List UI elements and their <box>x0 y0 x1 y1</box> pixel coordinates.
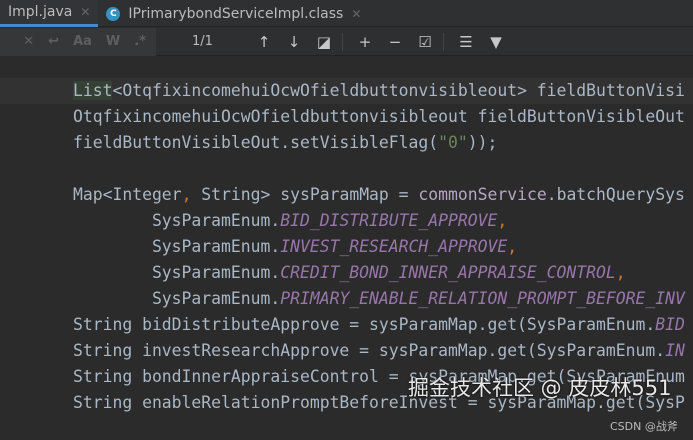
code-token: BID <box>655 315 685 334</box>
find-bar: ✕ ↩ Aa W .* 1/1 ↑ ↓ ◪ + − ☑ ☰ ▼ <box>0 27 693 56</box>
code-token: , <box>507 237 518 256</box>
code-token: , <box>615 263 626 282</box>
code-token: SysParamEnum. <box>73 263 281 282</box>
code-token: BID_DISTRIBUTE_APPROVE <box>280 211 498 230</box>
divider <box>443 32 444 51</box>
tab-label: IPrimarybondServiceImpl.class <box>128 5 344 22</box>
code-token: PRIMARY_ENABLE_RELATION_PROMPT_BEFORE_IN… <box>280 289 685 308</box>
match-count: 1/1 <box>192 34 213 49</box>
find-input[interactable]: ✕ ↩ Aa W .* <box>0 27 156 56</box>
code-token: String> sysParamMap = <box>191 185 419 204</box>
words-toggle[interactable]: W <box>106 34 120 49</box>
code-token: CREDIT_BOND_INNER_APPRAISE_CONTROL <box>280 263 616 282</box>
code-line: SysParamEnum.PRIMARY_ENABLE_RELATION_PRO… <box>73 286 685 312</box>
remove-occurrence-icon[interactable]: − <box>387 33 403 51</box>
code-token: , <box>497 211 508 230</box>
code-token: IN <box>665 341 685 360</box>
watermark: 掘金技术社区 @ 皮皮林551 <box>408 376 672 400</box>
code-line: SysParamEnum.BID_DISTRIBUTE_APPROVE, <box>73 208 507 234</box>
code-token: <OtqfixincomehuiOcwOfieldbuttonvisibleou… <box>112 81 685 100</box>
clear-icon[interactable]: ✕ <box>23 34 34 49</box>
code-token: SysParamEnum. <box>73 211 281 230</box>
select-all-icon[interactable]: ◪ <box>316 33 332 51</box>
newline-icon[interactable]: ↩ <box>48 34 59 49</box>
code-token: commonService <box>418 185 547 204</box>
select-occurrences-icon[interactable]: ☑ <box>417 33 433 51</box>
code-token: INVEST_RESEARCH_APPROVE <box>280 237 508 256</box>
code-token: OtqfixincomehuiOcwOfieldbuttonvisibleout… <box>73 107 685 126</box>
code-token: String investResearchApprove = sysParamM… <box>73 341 666 360</box>
tab-label: Impl.java <box>8 4 73 20</box>
code-line: SysParamEnum.CREDIT_BOND_INNER_APPRAISE_… <box>73 260 626 286</box>
arrow-down-icon[interactable]: ↓ <box>286 33 302 51</box>
watermark-csdn: CSDN @战斧 <box>610 420 678 433</box>
code-token: "0" <box>438 133 468 152</box>
code-token: fieldButtonVisibleOut.setVisibleFlag( <box>73 133 439 152</box>
code-line: Map<Integer, String> sysParamMap = commo… <box>73 182 685 208</box>
code-token: .batchQuerySys <box>546 185 685 204</box>
close-icon[interactable]: ✕ <box>80 5 90 19</box>
code-token: SysParamEnum. <box>73 289 281 308</box>
code-token: , <box>181 185 192 204</box>
tab-impl-java[interactable]: Impl.java ✕ <box>0 0 99 27</box>
filter-icon[interactable]: ▼ <box>488 33 504 51</box>
filter-options-icon[interactable]: ☰ <box>458 33 474 51</box>
code-line: List<OtqfixincomehuiOcwOfieldbuttonvisib… <box>73 78 685 104</box>
class-icon: C <box>106 6 121 21</box>
code-line: SysParamEnum.INVEST_RESEARCH_APPROVE, <box>73 234 517 260</box>
arrow-up-icon[interactable]: ↑ <box>256 33 272 51</box>
code-token: )); <box>467 133 498 152</box>
divider <box>342 32 343 51</box>
code-token: Map<Integer <box>73 185 182 204</box>
add-occurrence-icon[interactable]: + <box>357 33 373 51</box>
code-line: String investResearchApprove = sysParamM… <box>73 338 685 364</box>
code-token: String bidDistributeApprove = sysParamMa… <box>73 315 656 334</box>
code-token: SysParamEnum. <box>73 237 281 256</box>
code-line: String bidDistributeApprove = sysParamMa… <box>73 312 685 338</box>
regex-toggle[interactable]: .* <box>134 34 146 49</box>
editor-tabs: Impl.java ✕ C IPrimarybondServiceImpl.clas… <box>0 0 693 27</box>
code-line: OtqfixincomehuiOcwOfieldbuttonvisibleout… <box>73 104 685 130</box>
match-case-toggle[interactable]: Aa <box>73 34 92 49</box>
code-line: fieldButtonVisibleOut.setVisibleFlag("0"… <box>73 130 497 156</box>
tab-primarybond-class[interactable]: C IPrimarybondServiceImpl.class ✕ <box>98 0 369 27</box>
close-icon[interactable]: ✕ <box>351 7 361 21</box>
code-token: List <box>73 81 113 100</box>
